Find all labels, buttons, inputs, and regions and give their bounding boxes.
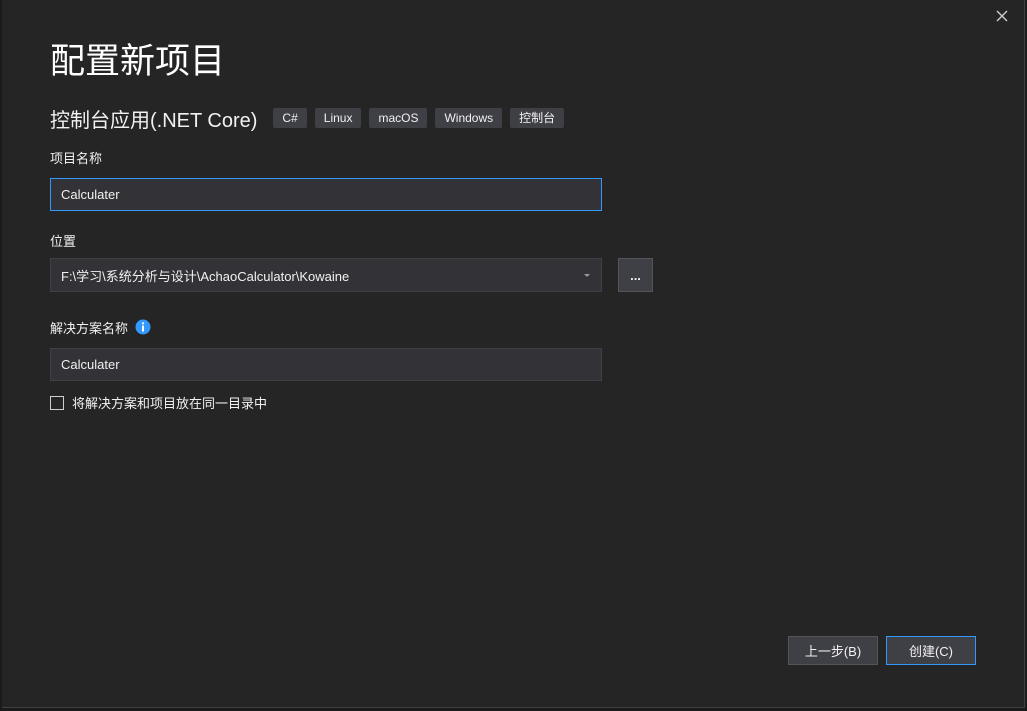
same-directory-checkbox[interactable]: [50, 395, 64, 410]
project-name-label: 项目名称: [50, 148, 102, 166]
solution-name-label: 解决方案名称: [50, 318, 151, 336]
create-button[interactable]: 创建(C): [886, 636, 976, 665]
browse-button[interactable]: ...: [618, 258, 653, 292]
tag-console: 控制台: [510, 108, 565, 128]
close-icon: [996, 10, 1008, 22]
same-directory-label: 将解决方案和项目放在同一目录中: [72, 396, 268, 411]
location-combobox[interactable]: F:\学习\系统分析与设计\AchaoCalculator\Kowaine: [50, 258, 602, 292]
location-value: F:\学习\系统分析与设计\AchaoCalculator\Kowaine: [61, 268, 350, 284]
project-name-input[interactable]: [50, 178, 602, 211]
tag-csharp: C#: [273, 108, 307, 128]
project-name-label-text: 项目名称: [50, 150, 103, 166]
tag-macos: macOS: [369, 108, 428, 128]
page-title: 配置新项目: [50, 42, 226, 81]
template-info-row: 控制台应用(.NET Core) C# Linux macOS Windows …: [50, 103, 572, 133]
location-label-text: 位置: [50, 233, 77, 249]
tag-linux: Linux: [314, 108, 362, 128]
dropdown-arrow-icon: [584, 274, 590, 277]
back-button[interactable]: 上一步(B): [788, 636, 878, 665]
solution-name-label-text: 解决方案名称: [50, 320, 129, 336]
configure-project-dialog: 配置新项目 控制台应用(.NET Core) C# Linux macOS Wi…: [2, 0, 1025, 708]
same-directory-option[interactable]: 将解决方案和项目放在同一目录中: [50, 393, 267, 412]
template-name: 控制台应用(.NET Core): [50, 109, 258, 132]
tag-windows: Windows: [435, 108, 503, 128]
location-label: 位置: [50, 231, 76, 249]
solution-name-input[interactable]: [50, 348, 602, 381]
info-icon[interactable]: [135, 319, 151, 335]
close-button[interactable]: [992, 6, 1012, 26]
